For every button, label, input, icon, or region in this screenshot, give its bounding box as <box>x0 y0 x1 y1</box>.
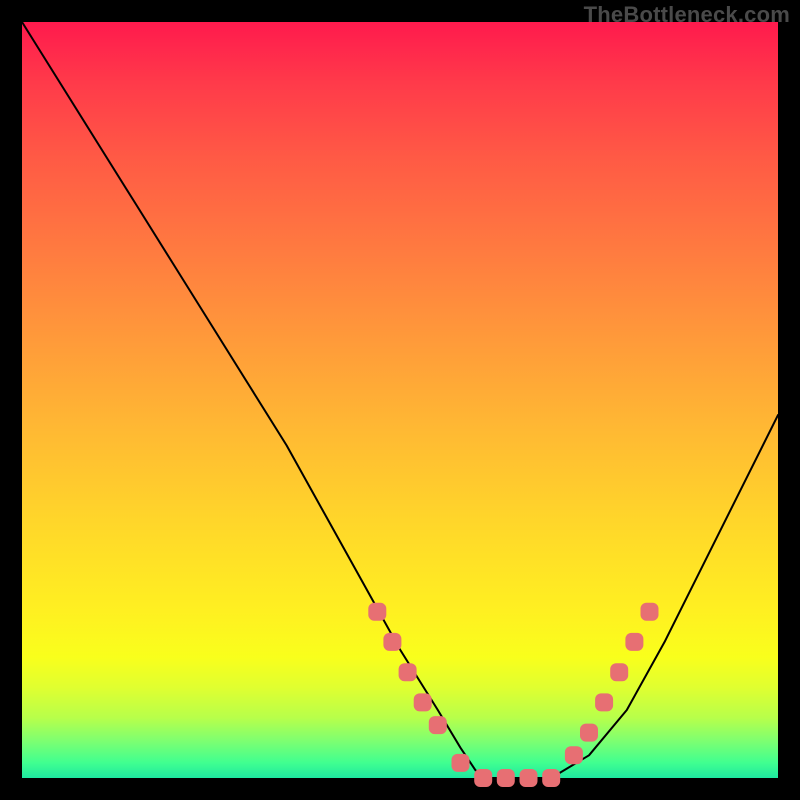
bottleneck-curve <box>22 22 778 778</box>
threshold-marker <box>542 769 560 787</box>
threshold-marker <box>595 693 613 711</box>
threshold-marker <box>452 754 470 772</box>
threshold-marker <box>610 663 628 681</box>
threshold-markers <box>368 603 658 787</box>
watermark-text: TheBottleneck.com <box>584 2 790 28</box>
threshold-marker <box>368 603 386 621</box>
threshold-marker <box>399 663 417 681</box>
threshold-marker <box>429 716 447 734</box>
threshold-marker <box>580 724 598 742</box>
threshold-marker <box>625 633 643 651</box>
threshold-marker <box>641 603 659 621</box>
chart-svg <box>22 22 778 778</box>
threshold-marker <box>520 769 538 787</box>
threshold-marker <box>474 769 492 787</box>
threshold-marker <box>414 693 432 711</box>
threshold-marker <box>497 769 515 787</box>
threshold-marker <box>565 746 583 764</box>
threshold-marker <box>383 633 401 651</box>
